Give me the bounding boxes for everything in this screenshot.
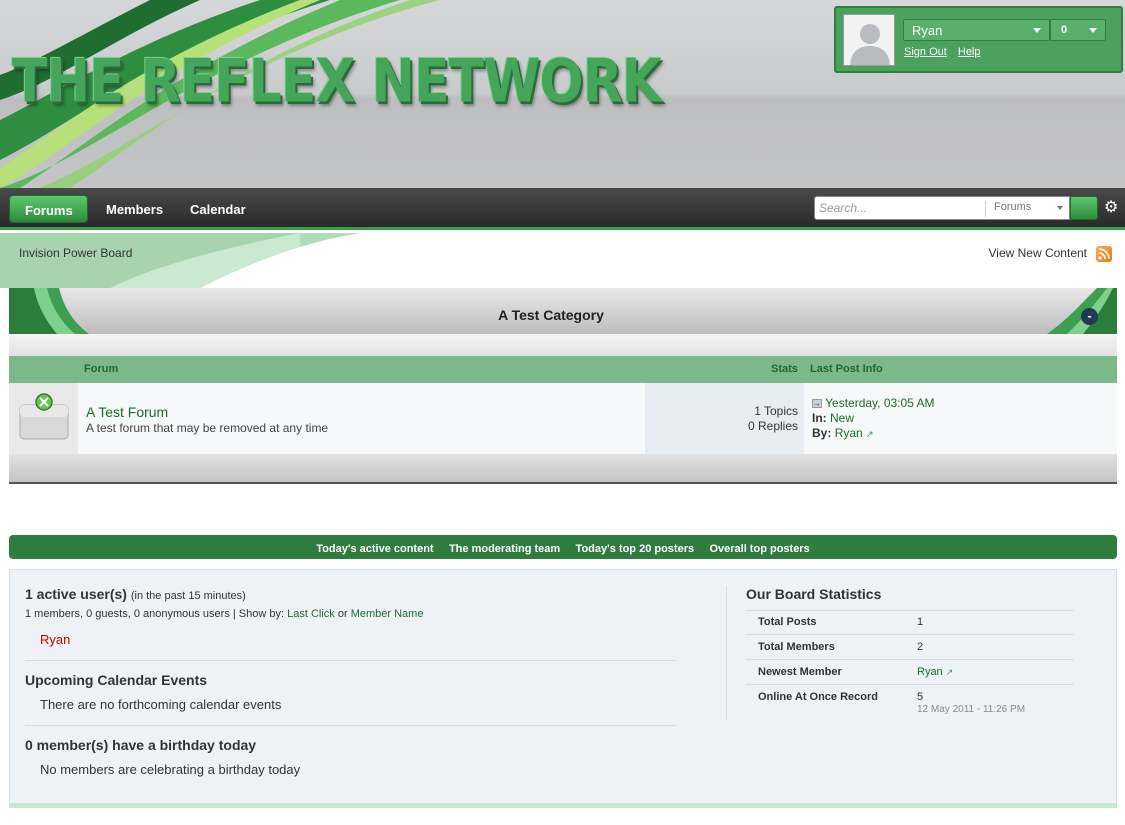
search-scope-select[interactable]: Forums <box>985 201 1069 217</box>
active-users-heading: 1 active user(s) (in the past 15 minutes… <box>25 586 246 602</box>
rss-glyph <box>1098 248 1110 260</box>
board-stats-panel: 1 active user(s) (in the past 15 minutes… <box>9 569 1117 807</box>
panel-bottom-bar <box>9 803 1117 808</box>
chevron-down-icon <box>1033 28 1041 33</box>
col-header-stats: Stats <box>771 363 798 375</box>
category-header: A Test Category - <box>9 288 1117 334</box>
by-label: By: <box>812 426 832 440</box>
category-title[interactable]: A Test Category <box>9 307 1093 323</box>
forum-stats-cell: 1 Topics 0 Replies <box>645 383 804 454</box>
tab-calendar[interactable]: Calendar <box>174 195 262 223</box>
breadcrumb-bar: Invision Power Board View New Content <box>0 233 1125 288</box>
online-record-label: Online At Once Record <box>758 691 879 703</box>
total-posts-value: 1 <box>917 616 924 628</box>
default-avatar-icon <box>844 15 894 65</box>
user-menu-button[interactable]: Ryan <box>903 19 1050 41</box>
search-box: Forums <box>814 196 1070 220</box>
board-stats-heading: Our Board Statistics <box>746 586 882 602</box>
moderating-team-link[interactable]: The moderating team <box>449 543 560 555</box>
todays-active-content-link[interactable]: Today's active content <box>316 543 433 555</box>
active-users-note: (in the past 15 minutes) <box>130 590 246 602</box>
search-input[interactable] <box>819 200 984 216</box>
site-logo[interactable]: THE REFLEX NETWORK <box>12 48 662 117</box>
online-user-link[interactable]: Ryan <box>40 632 70 647</box>
newest-member-label: Newest Member <box>758 666 842 678</box>
search-scope-label: Forums <box>994 201 1032 213</box>
notifications-button[interactable]: 0 <box>1050 19 1106 41</box>
in-label: In: <box>812 411 827 425</box>
subbar-swoosh-graphic <box>0 233 360 288</box>
search-submit-button[interactable] <box>1070 196 1098 220</box>
sign-out-link[interactable]: Sign Out <box>904 46 947 58</box>
calendar-events-text: There are no forthcoming calendar events <box>40 697 282 712</box>
topic-count: 1 Topics <box>754 404 798 418</box>
col-header-forum: Forum <box>84 363 119 375</box>
user-name: Ryan <box>912 23 943 38</box>
total-members-value: 2 <box>917 641 924 653</box>
gear-icon[interactable]: ⚙ <box>1104 200 1120 216</box>
last-post-topic-link[interactable]: New <box>830 411 854 425</box>
newest-member-value: Ryan ↗ <box>917 666 953 678</box>
external-link-icon[interactable]: ↗ <box>946 667 954 677</box>
divider <box>746 610 1074 611</box>
forum-info-cell: A Test Forum A test forum that may be re… <box>78 383 645 454</box>
divider <box>746 684 1074 685</box>
show-by-member-name-link[interactable]: Member Name <box>351 608 424 620</box>
notification-count: 0 <box>1061 24 1068 36</box>
active-users-breakdown: 1 members, 0 guests, 0 anonymous users |… <box>25 608 423 620</box>
primary-nav: Forums Members Calendar Forums ⚙ <box>0 188 1125 230</box>
user-panel: Ryan 0 Sign Out Help <box>834 6 1123 73</box>
last-poster-link[interactable]: Ryan <box>835 426 863 440</box>
total-posts-label: Total Posts <box>758 616 817 628</box>
avatar[interactable] <box>843 14 895 66</box>
newest-member-link[interactable]: Ryan <box>917 666 943 678</box>
calendar-events-heading: Upcoming Calendar Events <box>25 672 208 688</box>
rss-icon[interactable] <box>1096 246 1112 262</box>
birthdays-heading: 0 member(s) have a birthday today <box>25 737 257 753</box>
online-record-date: 12 May 2011 - 11:26 PM <box>917 704 1026 715</box>
site-header: THE REFLEX NETWORK Ryan 0 Sign Out Help <box>0 0 1125 188</box>
forum-category: A Test Category - Forum Stats Last Post … <box>9 288 1117 484</box>
overall-top-posters-link[interactable]: Overall top posters <box>709 543 809 555</box>
reply-count: 0 Replies <box>747 419 798 433</box>
last-post-cell: → Yesterday, 03:05 AM In: New By: Ryan ↗ <box>804 383 1117 454</box>
forum-description: A test forum that may be removed at any … <box>86 421 329 435</box>
forum-link[interactable]: A Test Forum <box>86 404 168 420</box>
active-breakdown-text: 1 members, 0 guests, 0 anonymous users |… <box>25 608 285 620</box>
chevron-down-icon <box>1057 206 1063 210</box>
active-users-title: 1 active user(s) <box>25 586 127 602</box>
breadcrumb[interactable]: Invision Power Board <box>19 246 132 260</box>
tab-forums[interactable]: Forums <box>9 195 88 223</box>
column-headers: Forum Stats Last Post Info <box>9 356 1117 383</box>
col-header-last-post: Last Post Info <box>810 363 883 375</box>
column-divider <box>726 586 727 720</box>
stats-links-bar: Today's active content The moderating te… <box>9 535 1117 559</box>
table-row: A Test Forum A test forum that may be re… <box>9 383 1117 454</box>
online-record-value: 5 <box>917 691 924 703</box>
birthdays-text: No members are celebrating a birthday to… <box>40 762 301 777</box>
divider <box>746 634 1074 635</box>
view-new-content-link[interactable]: View New Content <box>989 246 1088 260</box>
divider <box>25 660 676 661</box>
top-20-posters-link[interactable]: Today's top 20 posters <box>576 543 695 555</box>
or-text: or <box>337 608 348 620</box>
last-post-date[interactable]: Yesterday, 03:05 AM <box>825 396 934 410</box>
total-members-label: Total Members <box>758 641 835 653</box>
forum-read-status-icon[interactable] <box>9 383 78 454</box>
external-link-icon[interactable]: ↗ <box>866 429 874 439</box>
chevron-down-icon <box>1089 28 1097 33</box>
tab-members[interactable]: Members <box>90 195 179 223</box>
help-link[interactable]: Help <box>958 46 981 58</box>
category-strip <box>9 334 1117 356</box>
collapse-toggle-icon[interactable]: - <box>1081 308 1098 325</box>
user-links: Sign Out Help <box>904 46 989 58</box>
divider <box>746 659 1074 660</box>
divider <box>25 725 676 726</box>
category-footer <box>9 454 1117 484</box>
go-to-last-post-icon[interactable]: → <box>812 399 822 409</box>
show-by-last-click-link[interactable]: Last Click <box>287 608 335 620</box>
forum-icon-cell <box>9 383 78 454</box>
